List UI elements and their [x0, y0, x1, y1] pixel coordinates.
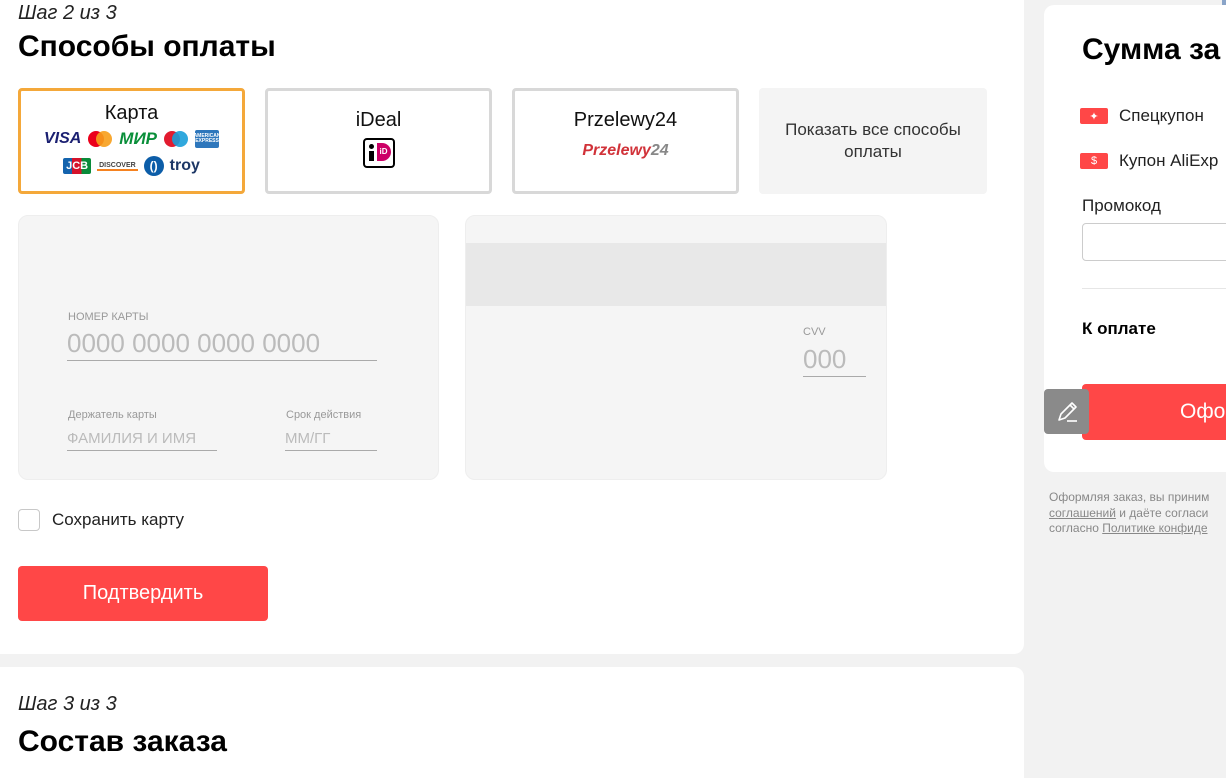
aliexpress-coupon-label: Купон AliExp — [1119, 151, 1219, 170]
payment-section: Шаг 2 из 3 Способы оплаты Карта VISA МИР… — [0, 0, 1024, 654]
discover-logo-icon: DISCOVER — [97, 161, 138, 171]
jcb-logo-icon: JCB — [63, 158, 92, 174]
section-title-payment: Способы оплаты — [18, 30, 276, 63]
visa-logo-icon: VISA — [43, 130, 82, 147]
payment-method-przelewy24-label: Przelewy24 — [573, 109, 678, 131]
special-coupon-icon: ✦ — [1080, 108, 1108, 124]
show-all-payment-methods-label: Показать все способы оплаты — [785, 120, 961, 161]
card-expiry-label: Срок действия — [286, 409, 362, 421]
summary-divider — [1082, 288, 1226, 289]
cvv-input[interactable] — [803, 342, 866, 377]
maestro-logo-icon — [164, 131, 189, 147]
card-back-form: CVV — [465, 215, 887, 480]
save-card-label: Сохранить карту — [52, 510, 185, 529]
promo-code-input[interactable] — [1082, 223, 1226, 261]
privacy-policy-link[interactable]: Политике конфиде — [1102, 521, 1207, 535]
cvv-label: CVV — [803, 326, 826, 338]
agreements-link[interactable]: соглашений — [1049, 506, 1116, 520]
pencil-icon — [1057, 401, 1077, 422]
step-indicator: Шаг 2 из 3 — [18, 2, 117, 24]
payment-method-card-label: Карта — [104, 102, 159, 124]
mir-logo-icon: МИР — [119, 129, 158, 148]
special-coupon-row[interactable]: ✦ Спецкупон — [1080, 106, 1204, 126]
ideal-logo-icon: iD — [362, 138, 395, 168]
card-holder-label: Держатель карты — [68, 409, 157, 421]
legal-line-1: Оформляя заказ, вы приним — [1049, 490, 1210, 504]
aliexpress-coupon-row[interactable]: $ Купон AliExp — [1080, 151, 1218, 171]
payment-method-ideal-label: iDeal — [355, 109, 402, 131]
card-expiry-input[interactable] — [285, 426, 377, 451]
special-coupon-label: Спецкупон — [1119, 106, 1204, 125]
save-card-row[interactable]: Сохранить карту — [18, 509, 184, 531]
payment-method-przelewy24[interactable]: Przelewy24 Przelewy24 — [512, 88, 739, 194]
magnetic-stripe — [466, 243, 886, 306]
step-indicator-3: Шаг 3 из 3 — [18, 693, 117, 715]
legal-line-2: и даёте согласи — [1115, 505, 1209, 520]
card-brand-logos-row1: VISA МИР AMERICAN EXPRESS — [21, 128, 242, 150]
card-front-form: НОМЕР КАРТЫ Держатель карты Срок действи… — [18, 215, 439, 480]
order-contents-section: Шаг 3 из 3 Состав заказа — [0, 667, 1024, 778]
payment-method-ideal[interactable]: iDeal iD — [265, 88, 492, 194]
card-holder-input[interactable] — [67, 426, 217, 451]
aliexpress-coupon-icon: $ — [1080, 153, 1108, 169]
save-card-checkbox[interactable] — [18, 509, 40, 531]
show-all-payment-methods-button[interactable]: Показать все способы оплаты — [759, 88, 987, 194]
promo-code-label: Промокод — [1082, 196, 1161, 215]
legal-line-3: согласно — [1049, 521, 1103, 535]
troy-logo-icon: troy — [169, 157, 200, 174]
summary-title: Сумма за — [1082, 33, 1221, 66]
card-number-label: НОМЕР КАРТЫ — [68, 311, 149, 323]
confirm-button[interactable]: Подтвердить — [18, 566, 268, 621]
checkout-button[interactable]: Офо — [1082, 384, 1226, 440]
card-number-input[interactable] — [67, 326, 377, 361]
przelewy24-logo-icon: Przelewy24 — [582, 142, 669, 159]
total-label: К оплате — [1082, 319, 1156, 338]
diners-club-logo-icon: () — [143, 156, 164, 176]
payment-method-card[interactable]: Карта VISA МИР AMERICAN EXPRESS JCB DISC… — [18, 88, 245, 194]
mastercard-logo-icon — [88, 131, 113, 147]
amex-logo-icon: AMERICAN EXPRESS — [194, 130, 221, 148]
edit-button[interactable] — [1044, 389, 1089, 434]
section-title-order: Состав заказа — [18, 725, 227, 758]
legal-notice: Оформляя заказ, вы приним соглашений и д… — [1049, 490, 1226, 537]
card-brand-logos-row2: JCB DISCOVER () troy — [21, 155, 242, 177]
